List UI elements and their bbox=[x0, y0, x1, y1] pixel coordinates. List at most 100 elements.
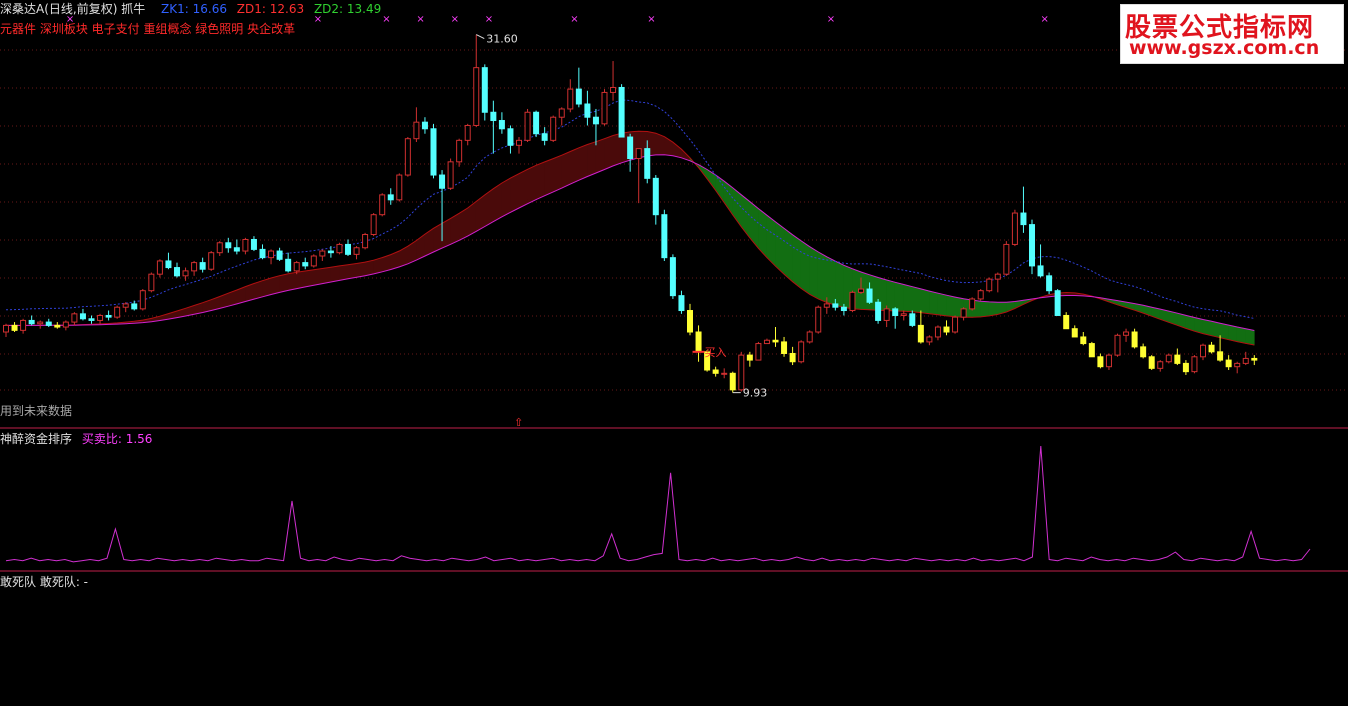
candle-body bbox=[11, 324, 18, 331]
candle-body bbox=[182, 270, 189, 277]
candle-body bbox=[524, 111, 531, 141]
zk1-label: ZK1: 16.66 bbox=[161, 2, 227, 16]
candle-body bbox=[1174, 354, 1181, 364]
trend-band-segment bbox=[518, 168, 528, 209]
candle-body bbox=[88, 318, 95, 321]
trend-band-segment bbox=[749, 201, 759, 250]
candle-body bbox=[327, 250, 334, 254]
candle-body bbox=[721, 372, 728, 375]
candle-body bbox=[1234, 362, 1241, 368]
candle-body bbox=[969, 298, 976, 310]
bottom-panel-title: 敢死队 敢死队: - bbox=[0, 575, 89, 589]
candle-body bbox=[575, 88, 582, 105]
candle-body bbox=[131, 303, 138, 310]
trend-band-segment bbox=[980, 300, 990, 318]
panel-arrow-marker: ⇧ bbox=[514, 416, 523, 429]
candle-body bbox=[268, 250, 275, 259]
candle-body bbox=[1037, 265, 1044, 277]
candle-body bbox=[669, 257, 676, 297]
candle-body bbox=[1251, 357, 1258, 361]
candle-body bbox=[507, 128, 514, 146]
signal-x-marker: × bbox=[416, 14, 424, 25]
trend-band-segment bbox=[356, 261, 366, 278]
candle-body bbox=[755, 343, 762, 361]
candle-body bbox=[558, 108, 565, 118]
candle-body bbox=[105, 314, 112, 318]
candle-body bbox=[259, 248, 266, 259]
candle-body bbox=[473, 67, 480, 126]
candle-body bbox=[1097, 356, 1104, 368]
candle-body bbox=[823, 303, 830, 308]
kline-chart: 31.609.93买入×××××××××××⇧ bbox=[0, 14, 1348, 572]
candle-body bbox=[1165, 354, 1172, 363]
trend-band-segment bbox=[501, 177, 511, 218]
trend-band-segment bbox=[988, 301, 999, 317]
candle-body bbox=[139, 290, 146, 310]
candle-body bbox=[900, 313, 907, 316]
candle-body bbox=[148, 273, 155, 292]
candle-body bbox=[892, 308, 899, 316]
trend-band-segment bbox=[937, 292, 947, 317]
trend-band-segment bbox=[544, 158, 554, 197]
trend-band-segment bbox=[1211, 320, 1221, 339]
candle-body bbox=[20, 319, 27, 331]
candle-body bbox=[1140, 346, 1147, 358]
trend-band-segment bbox=[1228, 324, 1238, 343]
candle-body bbox=[943, 326, 950, 333]
candle-body bbox=[1003, 243, 1010, 275]
trend-band-segment bbox=[595, 138, 605, 174]
candle-body bbox=[772, 339, 779, 343]
candle-body bbox=[293, 262, 300, 272]
trend-band-segment bbox=[1245, 328, 1255, 346]
trend-band-segment bbox=[894, 281, 905, 312]
trend-band-segment bbox=[313, 268, 323, 286]
candle-body bbox=[627, 136, 634, 160]
trend-band-segment bbox=[800, 240, 811, 295]
trend-band-segment bbox=[929, 290, 939, 316]
candle-body bbox=[208, 252, 215, 270]
candle-body bbox=[1063, 314, 1070, 330]
candle-body bbox=[858, 288, 864, 293]
candle-body bbox=[644, 148, 651, 179]
candle-body bbox=[1011, 212, 1018, 245]
candle-body bbox=[54, 324, 61, 328]
candle-body bbox=[1242, 357, 1249, 364]
candle-body bbox=[1200, 344, 1206, 358]
candle-body bbox=[191, 262, 198, 272]
candle-body bbox=[174, 267, 180, 277]
trend-band-segment bbox=[783, 227, 793, 283]
candle-body bbox=[1088, 343, 1095, 358]
candle-body bbox=[285, 258, 292, 272]
trend-band-segment bbox=[578, 144, 588, 181]
trend-band-segment bbox=[364, 259, 374, 277]
candle-body bbox=[430, 128, 437, 176]
trend-band-segment bbox=[1202, 319, 1212, 337]
candle-body bbox=[498, 120, 505, 130]
trend-band-segment bbox=[535, 161, 545, 201]
trend-band-segment bbox=[424, 227, 434, 257]
high-price-label: 31.60 bbox=[486, 33, 518, 46]
candle-body bbox=[490, 111, 497, 122]
candle-body bbox=[678, 295, 685, 312]
candle-body bbox=[362, 234, 369, 249]
candle-body bbox=[815, 306, 822, 333]
trend-band-segment bbox=[886, 279, 896, 312]
candle-body bbox=[1131, 331, 1138, 348]
trend-band-segment bbox=[510, 173, 520, 213]
candle-body bbox=[345, 243, 351, 255]
candle-body bbox=[62, 321, 69, 328]
trend-band-segment bbox=[587, 141, 597, 177]
candle-body bbox=[994, 273, 1001, 280]
candle-body bbox=[652, 177, 659, 216]
candle-body bbox=[1148, 356, 1155, 369]
candle-body bbox=[567, 88, 574, 110]
trend-band-segment bbox=[792, 234, 802, 290]
candle-body bbox=[114, 306, 121, 318]
trend-band-segment bbox=[826, 256, 836, 306]
watermark-url: www.gszx.com.cn bbox=[1129, 37, 1320, 59]
candle-body bbox=[79, 313, 86, 320]
candle-body bbox=[1217, 351, 1224, 361]
candle-body bbox=[319, 250, 326, 257]
trend-band-segment bbox=[279, 273, 289, 293]
candle-body bbox=[695, 331, 702, 353]
